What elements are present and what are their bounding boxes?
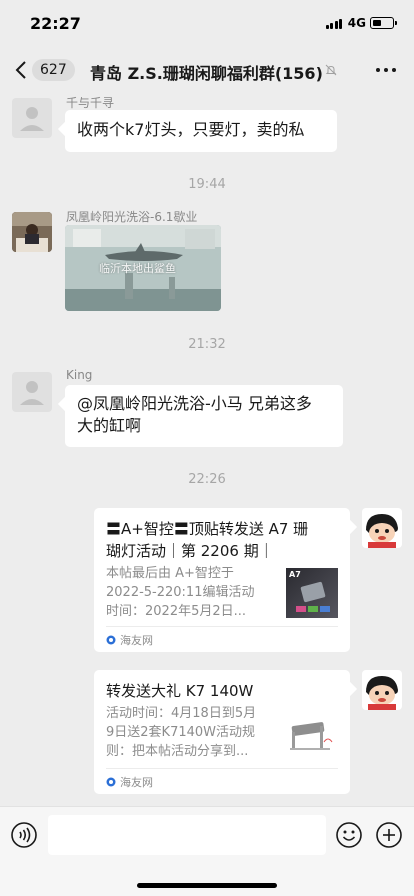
- card-divider: [106, 626, 338, 627]
- card-source-name: 海友网: [120, 634, 153, 647]
- home-indicator: [137, 883, 277, 888]
- link-card[interactable]: 〓A+智控〓顶贴转发送 A7 珊 瑚灯活动｜第 2206 期｜ 本帖最后由 A+…: [94, 508, 350, 652]
- message-text: 收两个k7灯头，只要灯，卖的私: [77, 120, 305, 139]
- card-description: 本帖最后由 A+智控于 2022-5-220:11编辑活动 时间：2022年5月…: [106, 564, 276, 621]
- card-desc-line: 时间：2022年5月2日...: [106, 604, 247, 619]
- card-title: 〓A+智控〓顶贴转发送 A7 珊 瑚灯活动｜第 2206 期｜: [106, 518, 340, 562]
- card-desc-line: 活动时间：4月18日到5月: [106, 706, 257, 721]
- cartoon-avatar-icon: [362, 670, 402, 710]
- card-source: 海友网: [106, 774, 153, 790]
- sender-name: King: [66, 368, 93, 382]
- default-avatar-icon: [20, 107, 44, 131]
- avatar[interactable]: [12, 98, 52, 138]
- card-desc-line: 2022-5-220:11编辑活动: [106, 585, 255, 600]
- card-source: 海友网: [106, 632, 153, 648]
- message-text-line: @凤凰岭阳光洗浴-小马 兄弟这多: [77, 394, 312, 413]
- signal-icon: [325, 19, 342, 29]
- message-bubble[interactable]: 收两个k7灯头，只要灯，卖的私: [65, 110, 337, 152]
- sender-name: 凤凰岭阳光洗浴-6.1歇业: [66, 210, 198, 224]
- k7-light-thumbnail: [286, 710, 338, 760]
- message-input-bar: [0, 806, 414, 896]
- group-chat-title: 青岛 Z.S.珊瑚闲聊福利群(156): [90, 64, 323, 83]
- card-title-line: 〓A+智控〓顶贴转发送 A7 珊: [106, 520, 309, 538]
- battery-level: [372, 19, 381, 26]
- card-description: 活动时间：4月18日到5月 9日送2套K7140W活动规 则：把本帖活动分享到.…: [106, 704, 276, 761]
- default-avatar-icon: [20, 381, 44, 405]
- card-title: 转发送大礼 K7 140W: [106, 682, 254, 700]
- link-card[interactable]: 转发送大礼 K7 140W 活动时间：4月18日到5月 9日送2套K7140W活…: [94, 670, 350, 794]
- card-desc-line: 9日送2套K7140W活动规: [106, 725, 256, 740]
- chevron-left-icon[interactable]: [14, 60, 30, 80]
- mute-bell-icon: [325, 64, 337, 76]
- message-input[interactable]: [48, 815, 326, 855]
- battery-icon: [370, 17, 397, 29]
- message-timestamp: 21:32: [188, 337, 226, 352]
- card-source-name: 海友网: [120, 776, 153, 789]
- avatar[interactable]: [12, 212, 52, 252]
- user-photo-avatar: [12, 212, 52, 252]
- card-title-line: 瑚灯活动｜第 2206 期｜: [106, 542, 274, 560]
- card-divider: [106, 768, 338, 769]
- haiyouwang-logo-icon: [106, 635, 116, 645]
- status-bar: 22:27 4G: [0, 0, 414, 48]
- chat-messages[interactable]: 千与千寻 收两个k7灯头，只要灯，卖的私 19:44 凤凰岭阳光洗浴-6.1歇业…: [0, 92, 414, 806]
- status-time: 22:27: [30, 14, 81, 33]
- unread-count-badge[interactable]: 627: [32, 59, 75, 81]
- sender-name: 千与千寻: [66, 96, 115, 110]
- voice-icon[interactable]: [10, 821, 38, 849]
- message-timestamp: 19:44: [188, 177, 226, 192]
- emoji-icon[interactable]: [335, 821, 363, 849]
- image-overlay-text: 临沂本地出鲨鱼: [99, 262, 176, 275]
- shared-image[interactable]: 临沂本地出鲨鱼: [65, 225, 221, 311]
- plus-icon[interactable]: [375, 821, 403, 849]
- message-timestamp: 22:26: [188, 472, 226, 487]
- haiyouwang-logo-icon: [106, 777, 116, 787]
- cartoon-avatar-icon: [362, 508, 402, 548]
- message-text-line: 大的缸啊: [77, 416, 142, 435]
- avatar[interactable]: [12, 372, 52, 412]
- my-avatar[interactable]: [362, 670, 402, 710]
- message-bubble[interactable]: @凤凰岭阳光洗浴-小马 兄弟这多 大的缸啊: [65, 385, 343, 447]
- thumbnail-label: A7: [289, 570, 301, 579]
- my-avatar[interactable]: [362, 508, 402, 548]
- card-desc-line: 本帖最后由 A+智控于: [106, 566, 234, 581]
- card-desc-line: 则：把本帖活动分享到...: [106, 744, 249, 759]
- network-type: 4G: [347, 16, 366, 30]
- card-thumbnail: A7: [286, 568, 338, 618]
- chat-header: 627 青岛 Z.S.珊瑚闲聊福利群(156): [0, 48, 414, 92]
- card-thumbnail: [286, 710, 338, 760]
- more-icon[interactable]: [376, 68, 396, 72]
